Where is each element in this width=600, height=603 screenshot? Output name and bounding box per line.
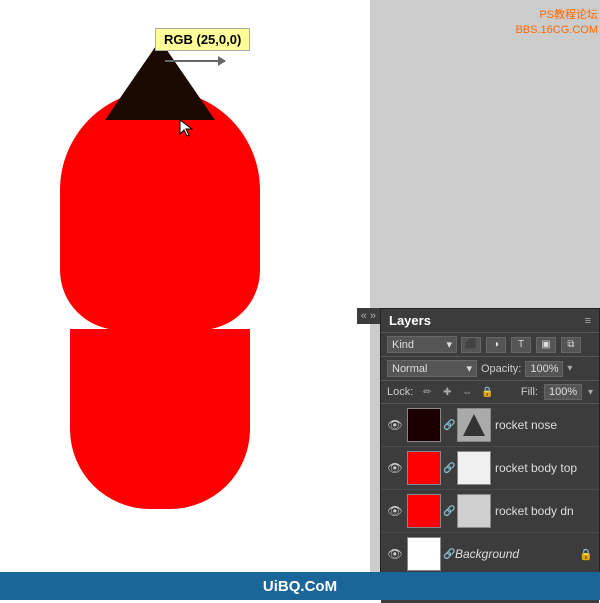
layer-visibility-toggle[interactable]: 👁	[387, 546, 403, 562]
layer-locked-icon: 🔒	[579, 547, 593, 561]
collapse-arrows: « »	[361, 310, 376, 322]
layers-panel: Layers ≡ Kind ▾ ⬛ ◑ T ▣ ⧉ Normal ▾	[380, 308, 600, 578]
kind-icon-pixel[interactable]: ⬛	[461, 337, 481, 353]
tooltip-text: RGB (25,0,0)	[164, 32, 241, 47]
kind-icon-text[interactable]: T	[511, 337, 531, 353]
rocket-body-bottom	[70, 329, 250, 509]
layer-name-label: rocket body dn	[495, 504, 593, 518]
lock-icons: ✏ ✚ ⇔ 🔒	[419, 385, 495, 399]
lock-icon-all[interactable]: 🔒	[479, 385, 495, 399]
panel-kind-row: Kind ▾ ⬛ ◑ T ▣ ⧉	[381, 333, 599, 357]
watermark-top: PS教程论坛 BBS.16CG.COM	[515, 8, 598, 39]
kind-label: Kind	[392, 339, 414, 351]
layer-name-label: rocket nose	[495, 418, 593, 432]
layer-mask-thumbnail	[457, 408, 491, 442]
opacity-arrow: ▾	[567, 363, 572, 374]
layer-name-label: Background	[455, 547, 575, 561]
opacity-value[interactable]: 100%	[525, 361, 563, 377]
lock-icon-move[interactable]: ✚	[439, 385, 455, 399]
layer-item[interactable]: 👁 🔗 rocket body top	[381, 447, 599, 490]
kind-icon-shape[interactable]: ▣	[536, 337, 556, 353]
opacity-label: Opacity:	[481, 363, 521, 375]
layer-item[interactable]: 👁 🔗 rocket nose	[381, 404, 599, 447]
rocket-body-top	[60, 90, 260, 330]
layer-visibility-toggle[interactable]: 👁	[387, 417, 403, 433]
canvas-area: RGB (25,0,0) PS教程论坛 BBS.16CG.COM Layers …	[0, 0, 600, 600]
fill-label: Fill:	[521, 386, 538, 398]
fill-value[interactable]: 100%	[544, 384, 582, 400]
layer-thumbnail	[407, 408, 441, 442]
panel-title: Layers	[389, 313, 431, 328]
layer-mask-thumbnail	[457, 494, 491, 528]
lock-icon-pos[interactable]: ⇔	[459, 385, 475, 399]
layer-thumbnail	[407, 537, 441, 571]
panel-header-icons: ≡	[585, 315, 591, 327]
layer-name-label: rocket body top	[495, 461, 593, 475]
tooltip-arrow	[165, 60, 225, 62]
layer-link-icon: 🔗	[443, 549, 451, 560]
layer-item[interactable]: 👁 🔗 Background 🔒	[381, 533, 599, 576]
rocket-container	[60, 40, 260, 560]
layer-thumbnail	[407, 451, 441, 485]
watermark-bottom: UiBQ.CoM	[0, 572, 600, 600]
layer-thumbnail	[407, 494, 441, 528]
kind-arrow: ▾	[446, 338, 452, 351]
layer-link-icon: 🔗	[443, 506, 451, 517]
blend-mode-dropdown[interactable]: Normal ▾	[387, 360, 477, 377]
layer-link-icon: 🔗	[443, 463, 451, 474]
layer-item[interactable]: 👁 🔗 rocket body dn	[381, 490, 599, 533]
layers-list: 👁 🔗 rocket nose 👁 🔗 rocket body top 👁 🔗 rocket b…	[381, 404, 599, 576]
kind-icon-adjust[interactable]: ◑	[486, 337, 506, 353]
rgb-tooltip: RGB (25,0,0)	[155, 28, 250, 51]
rocket-nose	[105, 40, 215, 120]
panel-lock-row: Lock: ✏ ✚ ⇔ 🔒 Fill: 100% ▾	[381, 381, 599, 404]
layer-link-icon: 🔗	[443, 420, 451, 431]
panel-menu-icon[interactable]: ≡	[585, 315, 591, 327]
blend-mode-arrow: ▾	[466, 362, 472, 375]
watermark-bottom-text: UiBQ.CoM	[263, 578, 337, 595]
layer-visibility-toggle[interactable]: 👁	[387, 460, 403, 476]
kind-dropdown[interactable]: Kind ▾	[387, 336, 457, 353]
lock-label: Lock:	[387, 386, 413, 398]
watermark-line1: PS教程论坛	[515, 8, 598, 23]
panel-collapse[interactable]: « »	[357, 308, 380, 324]
panel-opacity-row: Normal ▾ Opacity: 100% ▾	[381, 357, 599, 381]
kind-icon-smart[interactable]: ⧉	[561, 337, 581, 353]
layer-visibility-toggle[interactable]: 👁	[387, 503, 403, 519]
kind-icon-row: ⬛ ◑ T ▣ ⧉	[461, 337, 581, 353]
fill-arrow: ▾	[588, 387, 593, 398]
lock-icon-paint[interactable]: ✏	[419, 385, 435, 399]
panel-header: Layers ≡	[381, 309, 599, 333]
watermark-line2: BBS.16CG.COM	[515, 23, 598, 38]
layer-mask-thumbnail	[457, 451, 491, 485]
blend-mode-label: Normal	[392, 363, 427, 375]
